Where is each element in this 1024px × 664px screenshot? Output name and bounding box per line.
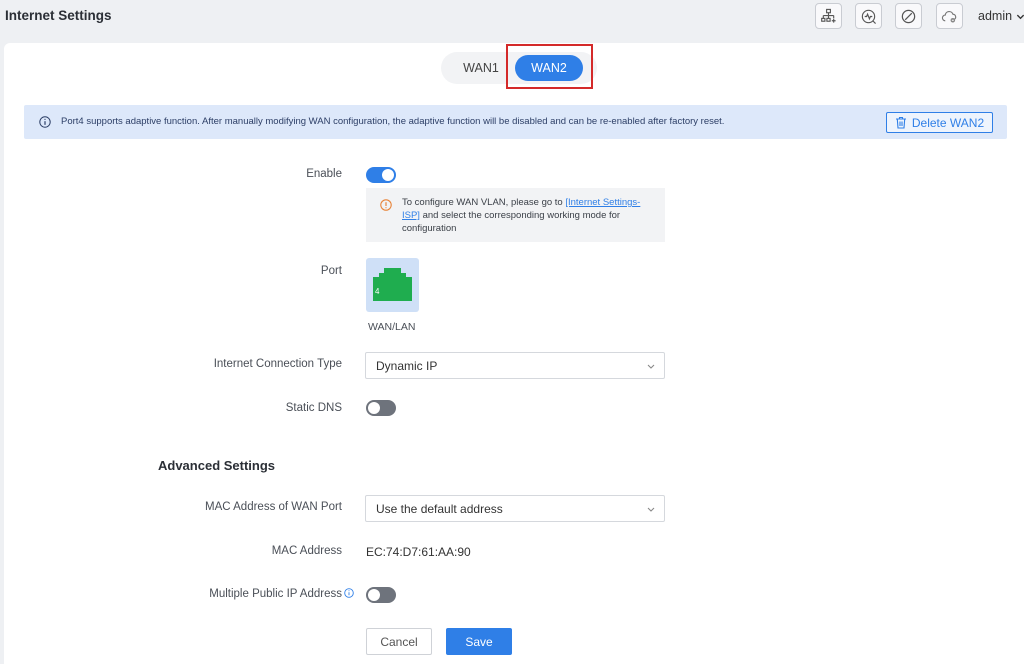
user-menu[interactable]: admin xyxy=(978,9,1024,23)
topology-icon[interactable] xyxy=(815,3,842,29)
info-icon[interactable] xyxy=(344,588,354,598)
block-icon[interactable] xyxy=(895,3,922,29)
mac-address-label: MAC Address xyxy=(271,545,342,557)
chevron-down-icon xyxy=(647,507,655,512)
info-notice: Port4 supports adaptive function. After … xyxy=(24,105,1007,139)
connection-type-select[interactable]: Dynamic IP xyxy=(365,352,665,379)
multi-ip-toggle[interactable] xyxy=(366,587,396,603)
mac-port-value: Use the default address xyxy=(376,502,503,516)
port-label: Port xyxy=(320,265,342,277)
tab-wan1[interactable]: WAN1 xyxy=(449,55,513,81)
page-title: Internet Settings xyxy=(5,8,112,23)
wan-tab-switch: WAN1 WAN2 xyxy=(441,52,597,84)
warning-icon xyxy=(380,199,392,211)
port-caption: WAN/LAN xyxy=(368,321,416,333)
save-button[interactable]: Save xyxy=(446,628,512,655)
ethernet-port-icon: 4 xyxy=(373,268,412,301)
delete-wan-label: Delete WAN2 xyxy=(911,115,985,130)
notice-text: Port4 supports adaptive function. After … xyxy=(61,116,725,127)
top-bar: Internet Settings admin xyxy=(0,0,1024,42)
multi-ip-label-wrap: Multiple Public IP Address xyxy=(122,588,354,600)
advanced-settings-title: Advanced Settings xyxy=(158,458,276,473)
cancel-button[interactable]: Cancel xyxy=(366,628,432,655)
user-name: admin xyxy=(978,9,1013,23)
mac-address-value: EC:74:D7:61:AA:90 xyxy=(366,545,471,559)
tab-wan2[interactable]: WAN2 xyxy=(515,55,583,81)
trash-icon xyxy=(895,116,906,129)
mac-port-select[interactable]: Use the default address xyxy=(365,495,665,522)
tip-suffix: and select the corresponding working mod… xyxy=(402,210,621,234)
enable-toggle[interactable] xyxy=(366,167,396,183)
connection-type-label: Internet Connection Type xyxy=(213,358,342,370)
vlan-tip: To configure WAN VLAN, please go to [Int… xyxy=(366,188,665,242)
static-dns-toggle[interactable] xyxy=(366,400,396,416)
mac-port-label: MAC Address of WAN Port xyxy=(205,501,342,513)
multi-ip-label: Multiple Public IP Address xyxy=(209,588,342,600)
port-4-tile[interactable]: 4 xyxy=(366,258,419,312)
tip-text: To configure WAN VLAN, please go to [Int… xyxy=(402,196,657,235)
delete-wan-button[interactable]: Delete WAN2 xyxy=(886,112,993,133)
chevron-down-icon xyxy=(1016,14,1024,19)
port-number: 4 xyxy=(375,287,380,296)
enable-label: Enable xyxy=(306,168,342,180)
static-dns-label: Static DNS xyxy=(285,402,342,414)
diagnose-icon[interactable] xyxy=(855,3,882,29)
chevron-down-icon xyxy=(647,364,655,369)
tip-prefix: To configure WAN VLAN, please go to xyxy=(402,197,566,208)
info-icon xyxy=(39,116,51,128)
connection-type-value: Dynamic IP xyxy=(376,359,438,373)
cloud-icon[interactable] xyxy=(936,3,963,29)
